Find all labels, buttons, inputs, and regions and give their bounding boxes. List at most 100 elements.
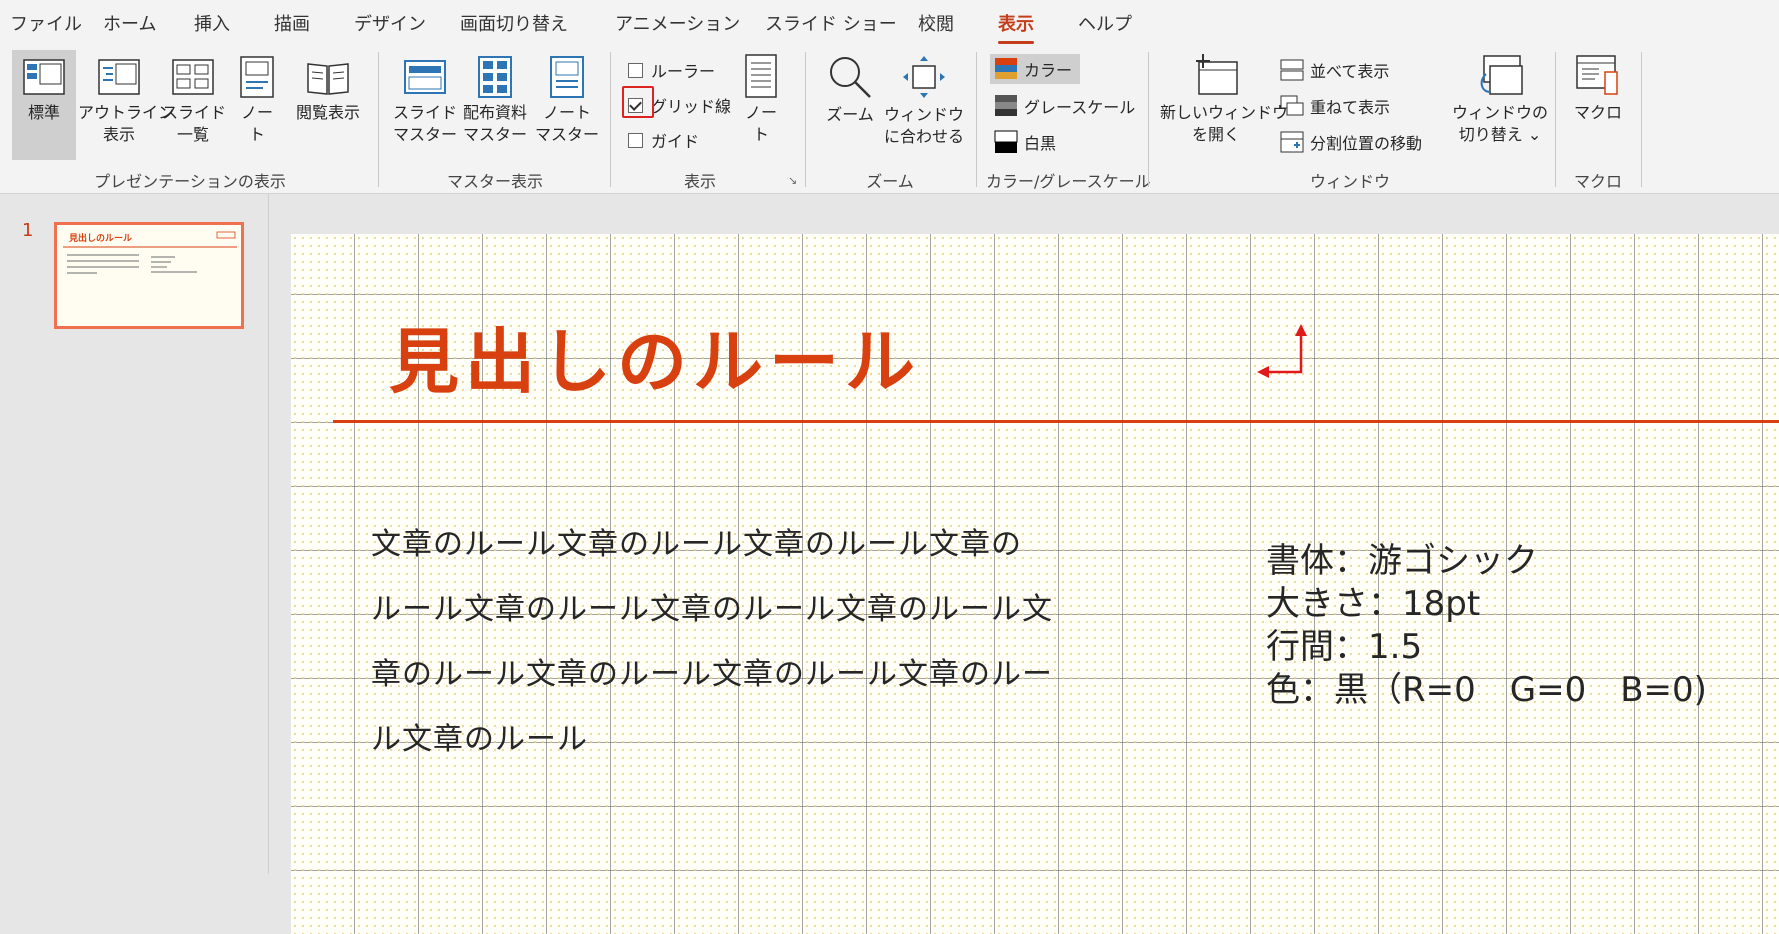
group-separator <box>1148 52 1149 187</box>
slide-thumbnail-pane: 1 見出しのルール <box>0 194 269 874</box>
fit-to-window-button[interactable]: ウィンドウ に合わせる <box>884 54 964 160</box>
group-separator <box>610 52 611 187</box>
tab-file[interactable]: ファイル <box>10 10 82 36</box>
color-label: カラー <box>1024 61 1073 80</box>
notes-page-label-2: ト <box>248 125 265 144</box>
normal-view-icon <box>23 59 65 95</box>
group-separator <box>976 52 977 187</box>
tab-slideshow[interactable]: スライド ショー <box>765 10 897 36</box>
switch-windows-label-2: 切り替え ⌄ <box>1458 125 1542 144</box>
switch-windows-button[interactable]: ウィンドウの 切り替え ⌄ <box>1452 54 1548 160</box>
tab-design[interactable]: デザイン <box>354 10 426 36</box>
fit-to-window-icon <box>903 56 945 98</box>
ruler-label: ルーラー <box>651 62 716 81</box>
tab-review[interactable]: 校閲 <box>918 10 954 36</box>
gridlines-label: グリッド線 <box>651 97 732 116</box>
outline-view-label-2: 表示 <box>102 125 135 144</box>
cascade-icon <box>1280 95 1304 116</box>
macros-icon <box>1576 55 1618 95</box>
slide-thumbnail[interactable]: 見出しのルール <box>54 222 244 329</box>
notes-label-2: ト <box>752 125 769 144</box>
body-line: 文章のルール文章のルール文章のルール文章の <box>371 527 1022 562</box>
group-label-zoom: ズーム <box>866 172 914 191</box>
body-text[interactable]: 文章のルール文章のルール文章のルール文章の ルール文章のルール文章のルール文章の… <box>371 512 1171 772</box>
guides-label: ガイド <box>651 132 700 151</box>
zoom-button[interactable]: ズーム <box>820 54 880 160</box>
tab-insert[interactable]: 挿入 <box>194 10 230 36</box>
tab-home[interactable]: ホーム <box>103 10 156 36</box>
color-swatch-icon <box>995 58 1017 79</box>
tab-transitions[interactable]: 画面切り替え <box>460 10 568 36</box>
cascade-button[interactable]: 重ねて表示 <box>1280 94 1390 118</box>
arrange-all-icon <box>1280 59 1304 81</box>
dialog-launcher-icon[interactable]: ↘ <box>788 174 797 187</box>
arrow-annotation <box>1257 324 1307 378</box>
reading-view-button[interactable]: 閲覧表示 <box>288 50 368 160</box>
handout-master-button[interactable]: 配布資料 マスター <box>460 50 530 160</box>
tab-animations[interactable]: アニメーション <box>615 10 740 36</box>
body-line: 章のルール文章のルール文章のルール文章のルー <box>371 657 1053 692</box>
slide-thumbnail-preview: 見出しのルール <box>63 231 237 274</box>
handout-master-label-2: マスター <box>462 125 527 144</box>
black-white-icon <box>994 130 1018 153</box>
grayscale-label: グレースケール <box>1024 98 1136 117</box>
notes-page-button[interactable]: ノー ト <box>228 50 286 160</box>
slide-title[interactable]: 見出しのルール <box>389 306 921 407</box>
body-line: ル文章のルール <box>371 722 588 757</box>
group-label-window: ウィンドウ <box>1309 172 1390 191</box>
slide-number: 1 <box>22 220 34 241</box>
spec-text[interactable]: 書体：游ゴシック 大きさ：18pt 行間：1.5 色：黒（R=0 G=0 B=0… <box>1266 540 1707 712</box>
slide-canvas[interactable]: 見出しのルール 文章のルール文章のルール文章のルール文章の ルール文章のルール文… <box>291 234 1779 934</box>
spec-line-spacing: 行間：1.5 <box>1266 627 1423 667</box>
magnifier-icon <box>830 57 871 98</box>
new-window-label-1: 新しいウィンドウ <box>1160 103 1289 122</box>
slide-master-icon <box>404 60 446 94</box>
group-label-master-view: マスター表示 <box>446 172 543 191</box>
notes-page-label-1: ノー <box>240 103 273 122</box>
color-button[interactable]: カラー <box>990 54 1081 84</box>
svg-text:見出しのルール: 見出しのルール <box>68 232 132 244</box>
tab-draw[interactable]: 描画 <box>274 10 310 36</box>
notes-master-button[interactable]: ノート マスター <box>532 50 602 160</box>
group-label-show: 表示 <box>683 172 716 191</box>
outline-view-button[interactable]: アウトライン 表示 <box>78 50 175 160</box>
ruler-checkbox-box[interactable] <box>628 62 643 78</box>
spec-color: 色：黒（R=0 G=0 B=0) <box>1266 670 1707 710</box>
black-white-button[interactable]: 白黒 <box>994 130 1056 154</box>
macros-button[interactable]: マクロ <box>1568 54 1628 160</box>
handout-master-icon <box>478 56 512 98</box>
macros-label: マクロ <box>1573 103 1622 122</box>
grayscale-button[interactable]: グレースケール <box>994 94 1135 118</box>
tab-view[interactable]: 表示 <box>998 10 1034 44</box>
new-window-button[interactable]: 新しいウィンドウ を開く <box>1160 54 1289 160</box>
normal-view-button[interactable]: 標準 <box>12 50 76 160</box>
move-split-button[interactable]: 分割位置の移動 <box>1280 130 1422 154</box>
slide-sorter-label-1: スライド <box>162 103 227 122</box>
arrange-all-button[interactable]: 並べて表示 <box>1280 58 1389 82</box>
ruler-checkbox[interactable]: ルーラー <box>628 58 715 82</box>
slide-sorter-button[interactable]: スライド 一覧 <box>162 50 227 160</box>
group-separator <box>378 52 379 187</box>
reading-view-icon <box>307 63 349 95</box>
outline-view-icon <box>98 59 140 95</box>
notes-button[interactable]: ノー ト <box>736 54 786 160</box>
slide-master-label-1: スライド <box>392 103 457 122</box>
guides-checkbox-box[interactable] <box>628 132 643 148</box>
guides-checkbox[interactable]: ガイド <box>628 128 699 152</box>
outline-view-label-1: アウトライン <box>78 103 175 122</box>
slide-sorter-icon <box>172 59 214 95</box>
handout-master-label-1: 配布資料 <box>462 103 527 122</box>
group-label-presentation-view: プレゼンテーションの表示 <box>94 172 286 191</box>
slide-master-button[interactable]: スライド マスター <box>390 50 460 160</box>
group-separator <box>1641 52 1642 187</box>
notes-master-label-1: ノート <box>542 103 591 122</box>
reading-view-label: 閲覧表示 <box>295 103 360 122</box>
black-white-label: 白黒 <box>1024 134 1057 153</box>
slide-sorter-label-2: 一覧 <box>176 125 209 144</box>
highlight-box <box>622 86 654 118</box>
spec-font: 書体：游ゴシック <box>1266 541 1538 581</box>
ribbon: ファイル ホーム 挿入 描画 デザイン 画面切り替え アニメーション スライド … <box>0 0 1779 194</box>
title-underline <box>333 420 1779 423</box>
zoom-label: ズーム <box>826 105 874 124</box>
tab-help[interactable]: ヘルプ <box>1078 10 1132 36</box>
